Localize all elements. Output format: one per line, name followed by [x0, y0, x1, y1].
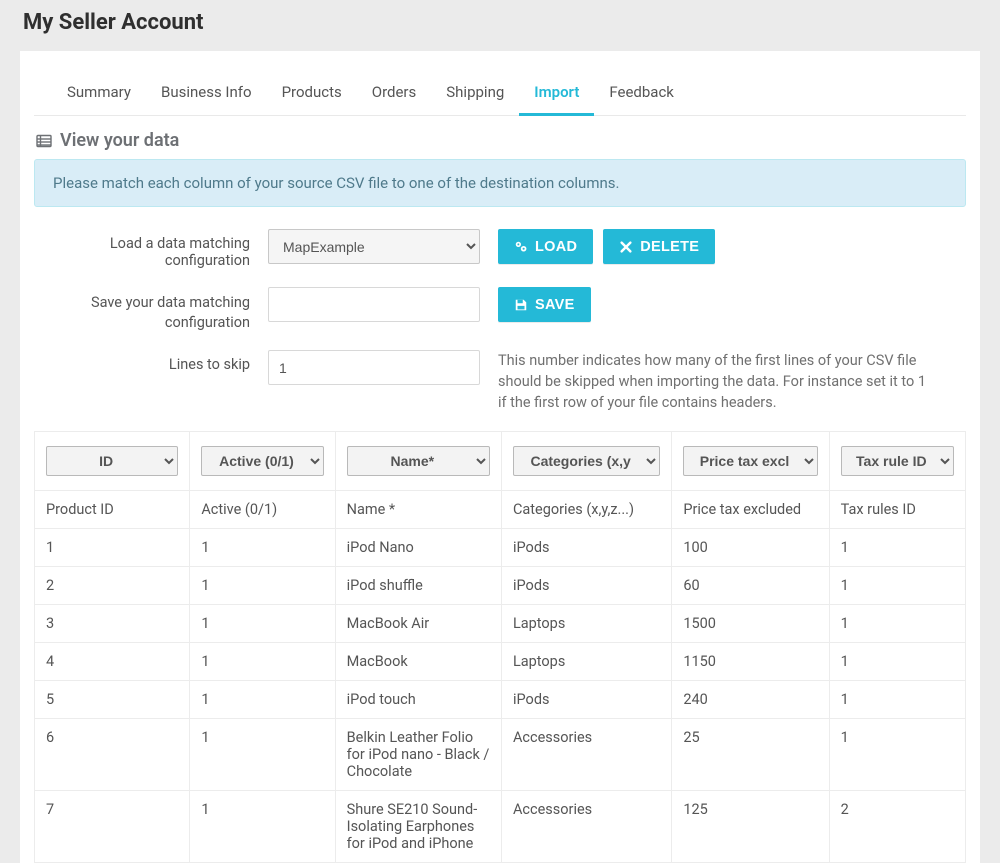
cell: 1: [190, 567, 335, 605]
cell: 2: [35, 567, 190, 605]
lines-skip-label: Lines to skip: [34, 350, 268, 373]
column-header: Tax rules ID: [829, 491, 965, 529]
cell: iPod touch: [335, 681, 501, 719]
table-row: 71Shure SE210 Sound-Isolating Earphones …: [35, 791, 966, 863]
cell: 100: [672, 529, 829, 567]
column-map-select-3[interactable]: Name*: [347, 446, 490, 476]
cell: 1500: [672, 605, 829, 643]
save-config-label: Save your data matching configuration: [34, 287, 268, 332]
tabs: SummaryBusiness InfoProductsOrdersShippi…: [34, 73, 966, 116]
cell: 4: [35, 643, 190, 681]
cell: 1: [190, 605, 335, 643]
cell: iPod shuffle: [335, 567, 501, 605]
cell: 1: [829, 681, 965, 719]
cell: 1150: [672, 643, 829, 681]
tab-feedback[interactable]: Feedback: [594, 73, 689, 116]
cell: 1: [190, 529, 335, 567]
cell: iPods: [501, 681, 671, 719]
delete-button[interactable]: DELETE: [603, 229, 715, 264]
cell: 1: [190, 791, 335, 863]
cell: Accessories: [501, 719, 671, 791]
cell: Laptops: [501, 643, 671, 681]
cell: 1: [190, 719, 335, 791]
tab-import[interactable]: Import: [519, 73, 594, 116]
cell: iPods: [501, 567, 671, 605]
save-button[interactable]: SAVE: [498, 287, 591, 322]
load-config-select[interactable]: MapExample: [268, 229, 480, 264]
cell: 125: [672, 791, 829, 863]
column-map-select-6[interactable]: Tax rule ID: [841, 446, 954, 476]
tab-business-info[interactable]: Business Info: [146, 73, 267, 116]
cell: 6: [35, 719, 190, 791]
cell: 7: [35, 791, 190, 863]
column-header: Active (0/1): [190, 491, 335, 529]
table-row: 21iPod shuffleiPods601: [35, 567, 966, 605]
column-header: Name *: [335, 491, 501, 529]
delete-button-label: DELETE: [640, 239, 699, 255]
section-heading: View your data: [34, 126, 966, 159]
cell: 60: [672, 567, 829, 605]
table-row: 11iPod NanoiPods1001: [35, 529, 966, 567]
table-icon: [36, 133, 52, 149]
cell: 1: [190, 643, 335, 681]
cell: 1: [829, 605, 965, 643]
cell: 1: [190, 681, 335, 719]
table-row: 31MacBook AirLaptops15001: [35, 605, 966, 643]
cell: 1: [829, 529, 965, 567]
table-row: 51iPod touchiPods2401: [35, 681, 966, 719]
cell: 1: [35, 529, 190, 567]
info-box: Please match each column of your source …: [34, 159, 966, 207]
load-button[interactable]: LOAD: [498, 229, 593, 264]
cell: iPod Nano: [335, 529, 501, 567]
cell: 240: [672, 681, 829, 719]
cell: 3: [35, 605, 190, 643]
table-row: 61Belkin Leather Folio for iPod nano - B…: [35, 719, 966, 791]
close-icon: [619, 240, 633, 254]
main-card: SummaryBusiness InfoProductsOrdersShippi…: [20, 51, 980, 863]
cell: Belkin Leather Folio for iPod nano - Bla…: [335, 719, 501, 791]
save-icon: [514, 298, 528, 312]
lines-skip-input[interactable]: [268, 350, 480, 385]
cell: Shure SE210 Sound-Isolating Earphones fo…: [335, 791, 501, 863]
cell: Laptops: [501, 605, 671, 643]
tab-summary[interactable]: Summary: [52, 73, 146, 116]
load-button-label: LOAD: [535, 239, 577, 255]
cell: MacBook: [335, 643, 501, 681]
cell: 2: [829, 791, 965, 863]
cogs-icon: [514, 240, 528, 254]
cell: 1: [829, 643, 965, 681]
table-row: 41MacBookLaptops11501: [35, 643, 966, 681]
cell: 25: [672, 719, 829, 791]
cell: 1: [829, 567, 965, 605]
data-table: ID Active (0/1) Name* Categories (x,y Price …: [34, 431, 966, 863]
tab-products[interactable]: Products: [267, 73, 357, 116]
cell: MacBook Air: [335, 605, 501, 643]
cell: 5: [35, 681, 190, 719]
column-header: Price tax excluded: [672, 491, 829, 529]
column-map-select-1[interactable]: ID: [46, 446, 178, 476]
cell: iPods: [501, 529, 671, 567]
tab-shipping[interactable]: Shipping: [431, 73, 519, 116]
column-map-select-5[interactable]: Price tax excl: [683, 446, 817, 476]
page-title: My Seller Account: [23, 10, 980, 35]
save-config-input[interactable]: [268, 287, 480, 322]
lines-skip-help: This number indicates how many of the fi…: [498, 350, 928, 413]
column-header: Categories (x,y,z...): [501, 491, 671, 529]
cell: 1: [829, 719, 965, 791]
save-button-label: SAVE: [535, 297, 575, 313]
column-map-select-2[interactable]: Active (0/1): [201, 446, 323, 476]
column-map-select-4[interactable]: Categories (x,y: [513, 446, 660, 476]
cell: Accessories: [501, 791, 671, 863]
load-config-label: Load a data matching configuration: [34, 229, 268, 269]
tab-orders[interactable]: Orders: [357, 73, 432, 116]
column-header: Product ID: [35, 491, 190, 529]
section-heading-text: View your data: [60, 130, 179, 151]
